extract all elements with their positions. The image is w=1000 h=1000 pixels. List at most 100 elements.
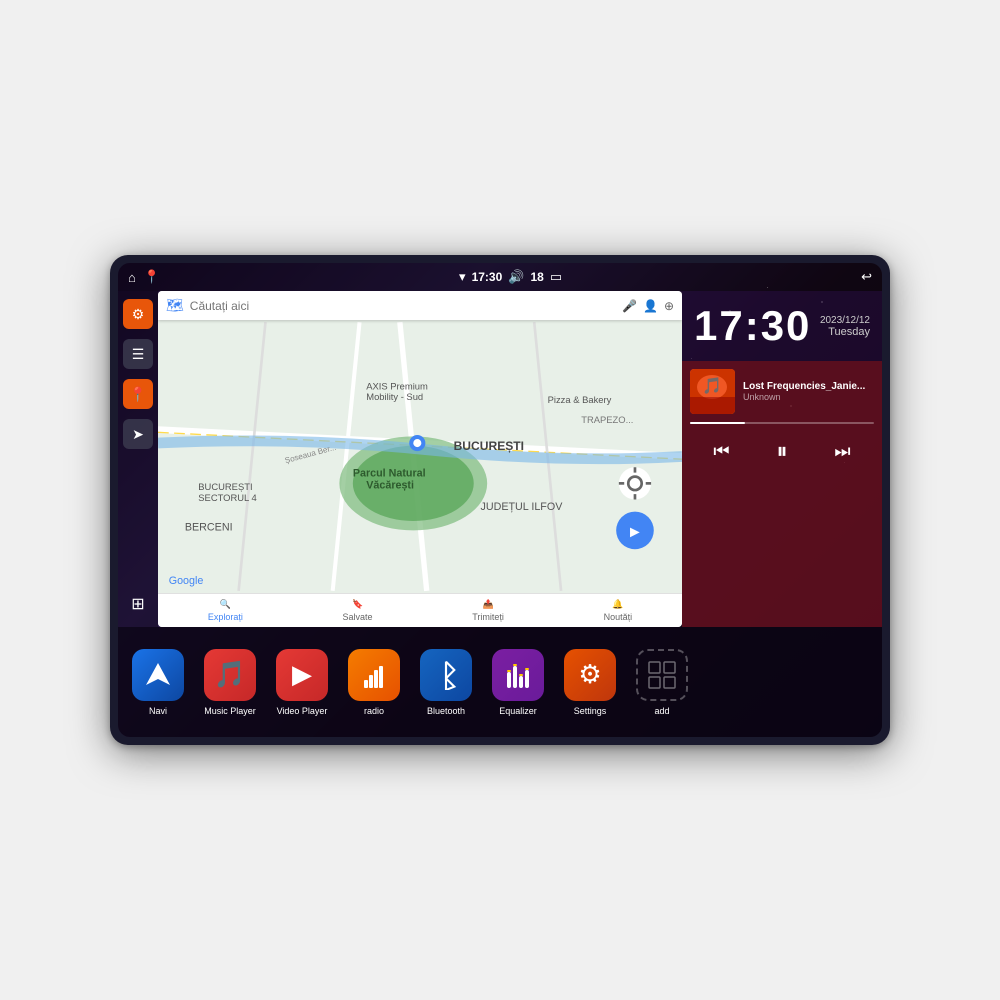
radio-icon xyxy=(348,649,400,701)
map-search-input[interactable] xyxy=(190,299,616,313)
radio-label: radio xyxy=(364,706,384,716)
music-progress-fill xyxy=(690,422,745,424)
music-meta: Lost Frequencies_Janie... Unknown xyxy=(743,381,874,402)
device: ⌂ 📍 ▾ 17:30 🔊 18 ▭ ↩ ⚙ ☰ xyxy=(110,255,890,745)
settings-icon: ⚙ xyxy=(132,306,145,323)
svg-text:🎵: 🎵 xyxy=(702,377,722,395)
navi-icon xyxy=(132,649,184,701)
app-grid: Navi 🎵 Music Player ▶ Video Player xyxy=(128,649,872,716)
sidebar-settings-button[interactable]: ⚙ xyxy=(123,299,153,329)
main-content: ⚙ ☰ 📍 ➤ ⊞ 🗺 xyxy=(118,291,882,627)
app-add[interactable]: add xyxy=(632,649,692,716)
share-icon: 📤 xyxy=(482,599,493,610)
music-next-button[interactable]: ⏭ xyxy=(826,437,858,466)
clock-date: 2023/12/12 Tuesday xyxy=(820,315,870,338)
map-svg: AXIS Premium Mobility - Sud Pizza & Bake… xyxy=(158,320,682,593)
wifi-icon: ▾ xyxy=(459,269,466,285)
music-play-pause-button[interactable]: ⏸ xyxy=(768,434,795,468)
app-equalizer[interactable]: Equalizer xyxy=(488,649,548,716)
maps-status-icon[interactable]: 📍 xyxy=(144,269,160,285)
sidebar-files-button[interactable]: ☰ xyxy=(123,339,153,369)
content-panels: 🗺 🎤 👤 ⊕ xyxy=(158,291,882,627)
status-bar: ⌂ 📍 ▾ 17:30 🔊 18 ▭ ↩ xyxy=(118,263,882,291)
radio-waves-svg xyxy=(359,660,389,690)
music-prev-button[interactable]: ⏮ xyxy=(705,437,737,466)
bluetooth-icon xyxy=(420,649,472,701)
svg-text:SECTORUL 4: SECTORUL 4 xyxy=(198,492,256,503)
account-icon[interactable]: 👤 xyxy=(643,299,658,313)
svg-text:AXIS Premium: AXIS Premium xyxy=(366,380,428,391)
music-player-icon: 🎵 xyxy=(204,649,256,701)
sidebar-nav-button[interactable]: ➤ xyxy=(123,419,153,449)
play-pause-icon: ⏸ xyxy=(776,438,787,463)
status-time: 17:30 xyxy=(472,270,503,284)
svg-text:Google: Google xyxy=(169,575,204,587)
album-art-svg: 🎵 xyxy=(690,369,735,414)
music-controls: ⏮ ⏸ ⏭ xyxy=(690,434,874,468)
home-status-icon[interactable]: ⌂ xyxy=(128,270,136,285)
svg-text:Parcul Natural: Parcul Natural xyxy=(353,468,426,480)
music-section: 🎵 Lost Frequencies_Janie... Unknown xyxy=(682,361,882,627)
status-center: ▾ 17:30 🔊 18 ▭ xyxy=(459,269,562,285)
status-right: ↩ xyxy=(861,269,872,285)
svg-text:JUDEȚUL ILFOV: JUDEȚUL ILFOV xyxy=(480,501,563,513)
prev-icon: ⏮ xyxy=(713,441,729,461)
svg-text:Văcărești: Văcărești xyxy=(366,480,414,492)
equalizer-icon xyxy=(492,649,544,701)
app-grid-section: Navi 🎵 Music Player ▶ Video Player xyxy=(118,627,882,737)
music-player-label: Music Player xyxy=(204,706,256,716)
settings-app-icon: ⚙ xyxy=(564,649,616,701)
music-title: Lost Frequencies_Janie... xyxy=(743,381,874,392)
voice-search-icon[interactable]: 🎤 xyxy=(622,299,637,313)
map-pin-icon: 📍 xyxy=(129,386,146,403)
music-album-art: 🎵 xyxy=(690,369,735,414)
google-maps-icon: 🗺 xyxy=(166,297,184,314)
settings-label: Settings xyxy=(574,706,607,716)
clock-time: 17:30 xyxy=(694,305,811,347)
map-search-actions: 🎤 👤 ⊕ xyxy=(622,299,674,313)
navi-arrow-svg xyxy=(143,660,173,690)
map-section: 🗺 🎤 👤 ⊕ xyxy=(158,291,682,627)
status-left: ⌂ 📍 xyxy=(128,269,160,285)
play-circle-icon: ▶ xyxy=(292,659,312,690)
app-bluetooth[interactable]: Bluetooth xyxy=(416,649,476,716)
app-video-player[interactable]: ▶ Video Player xyxy=(272,649,332,716)
map-bottom-bar: 🔍 Explorați 🔖 Salvate 📤 Trimiteți � xyxy=(158,593,682,627)
map-nav-saved[interactable]: 🔖 Salvate xyxy=(343,599,373,622)
app-settings[interactable]: ⚙ Settings xyxy=(560,649,620,716)
clock-date-day: Tuesday xyxy=(820,326,870,338)
map-search-bar: 🗺 🎤 👤 ⊕ xyxy=(158,291,682,320)
clock-section: 17:30 2023/12/12 Tuesday xyxy=(682,291,882,361)
map-nav-news[interactable]: 🔔 Noutăți xyxy=(604,599,633,622)
svg-text:BUCUREȘTI: BUCUREȘTI xyxy=(198,481,252,492)
map-canvas[interactable]: AXIS Premium Mobility - Sud Pizza & Bake… xyxy=(158,320,682,593)
svg-text:►: ► xyxy=(627,523,643,541)
bluetooth-label: Bluetooth xyxy=(427,706,465,716)
equalizer-label: Equalizer xyxy=(499,706,537,716)
map-nav-share[interactable]: 📤 Trimiteți xyxy=(472,599,504,622)
navi-label: Navi xyxy=(149,706,167,716)
app-radio[interactable]: radio xyxy=(344,649,404,716)
left-sidebar: ⚙ ☰ 📍 ➤ ⊞ xyxy=(118,291,158,627)
music-info: 🎵 Lost Frequencies_Janie... Unknown xyxy=(690,369,874,414)
music-progress-bar[interactable] xyxy=(690,422,874,424)
sidebar-maps-button[interactable]: 📍 xyxy=(123,379,153,409)
clock-date-year: 2023/12/12 xyxy=(820,315,870,326)
nav-arrow-icon: ➤ xyxy=(132,426,144,443)
equalizer-bars-svg xyxy=(503,660,533,690)
files-icon: ☰ xyxy=(132,346,145,363)
layers-icon[interactable]: ⊕ xyxy=(664,299,674,313)
add-label: add xyxy=(654,706,669,716)
sidebar-grid-button[interactable]: ⊞ xyxy=(123,589,153,619)
svg-text:Pizza & Bakery: Pizza & Bakery xyxy=(548,394,612,405)
add-icon xyxy=(636,649,688,701)
map-nav-explore[interactable]: 🔍 Explorați xyxy=(208,599,243,622)
app-navi[interactable]: Navi xyxy=(128,649,188,716)
app-music-player[interactable]: 🎵 Music Player xyxy=(200,649,260,716)
device-screen: ⌂ 📍 ▾ 17:30 🔊 18 ▭ ↩ ⚙ ☰ xyxy=(118,263,882,737)
right-panel: 17:30 2023/12/12 Tuesday xyxy=(682,291,882,627)
explore-icon: 🔍 xyxy=(220,599,231,610)
bluetooth-svg xyxy=(434,660,458,690)
battery-icon: ▭ xyxy=(550,269,562,285)
back-icon[interactable]: ↩ xyxy=(861,269,872,285)
